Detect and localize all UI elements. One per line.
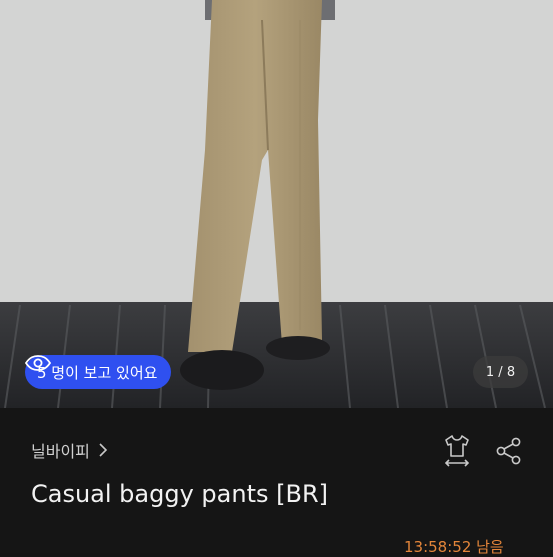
shop-name: 닐바이피 [31,442,90,461]
image-counter: 1 / 8 [473,356,528,388]
product-actions [440,433,526,469]
time-remaining: 13:58:52 남음 [404,538,504,556]
viewers-label: 5 명이 보고 있어요 [37,363,158,382]
share-button[interactable] [492,433,526,469]
shop-link[interactable]: 닐바이피 [31,438,108,462]
size-guide-button[interactable] [440,433,474,469]
eye-icon [25,355,51,371]
product-title: Casual baggy pants [BR] [31,480,328,508]
product-photo-illustration [0,0,553,408]
share-icon [496,437,521,465]
viewers-badge: 5 명이 보고 있어요 [25,355,172,389]
chevron-right-icon [99,443,108,457]
product-image[interactable]: 5 명이 보고 있어요 1 / 8 [0,0,553,408]
shirt-size-icon [444,435,470,467]
